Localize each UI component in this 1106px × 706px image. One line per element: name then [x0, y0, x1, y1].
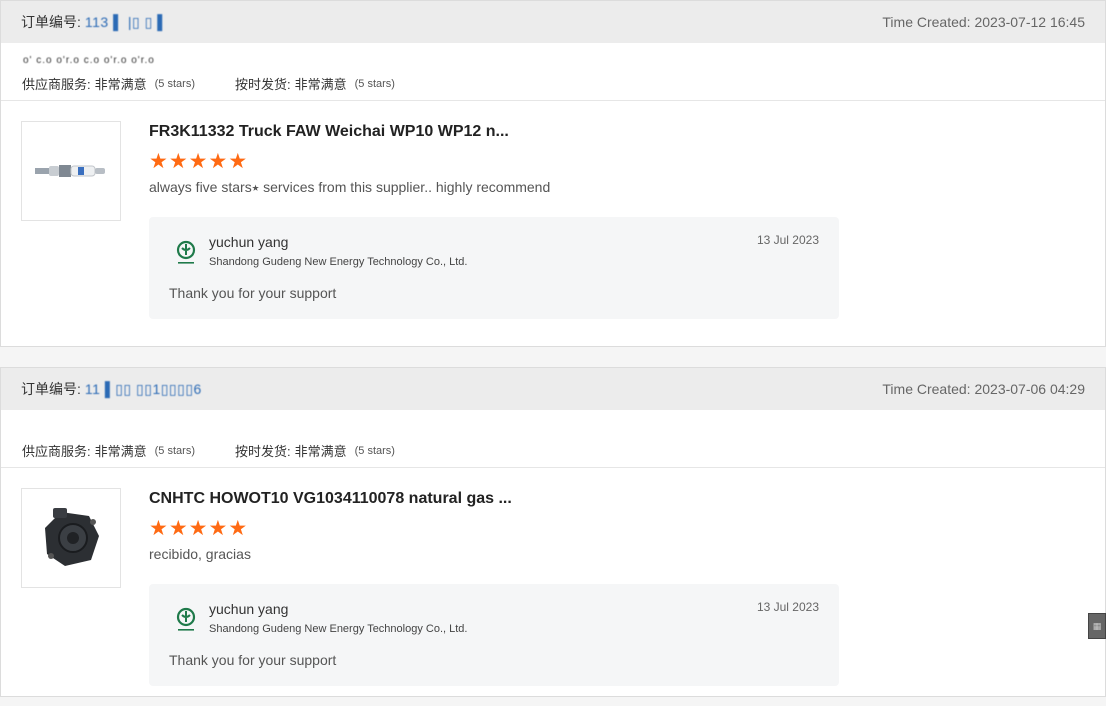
product-title-link[interactable]: CNHTC HOWOT10 VG1034110078 natural gas .…: [149, 488, 1085, 510]
supplier-ratings-row: 供应商服务: 非常满意 (5 stars) 按时发货: 非常满意 (5 star…: [1, 434, 1105, 468]
order-id-label: 订单编号:: [21, 14, 81, 30]
supplier-reply: yuchun yang Shandong Gudeng New Energy T…: [149, 584, 839, 686]
product-thumbnail[interactable]: [21, 488, 121, 588]
reply-company-name: Shandong Gudeng New Energy Technology Co…: [209, 623, 468, 635]
time-created: Time Created: 2023-07-12 16:45: [882, 14, 1085, 30]
star-icon: ★: [208, 150, 228, 173]
product-thumbnail[interactable]: [21, 121, 121, 221]
gudeng-logo-icon: [176, 607, 196, 631]
reply-text: Thank you for your support: [169, 652, 337, 668]
product-star-rating: ★ ★ ★ ★ ★: [149, 518, 1085, 540]
order-card: 订单编号: 113 ▌ |▯ ▯ ▌ Time Created: 2023-07-…: [0, 0, 1106, 347]
rating-label: 供应商服务:: [22, 77, 91, 92]
rating-value: 非常满意: [294, 444, 347, 459]
order-header: 订单编号: 11 ▌▯▯ ▯▯1▯▯▯▯6 Time Created: 2023-…: [1, 368, 1105, 410]
reply-text: Thank you for your support: [169, 285, 337, 301]
on-time-shipping-rating: 按时发货: 非常满意 (5 stars): [235, 441, 395, 460]
reply-date: 13 Jul 2023: [756, 600, 819, 614]
star-icon: ★: [149, 517, 168, 540]
rating-stars-text: (5 stars): [354, 77, 395, 90]
star-icon: ★: [188, 150, 208, 173]
rating-stars-text: (5 stars): [354, 444, 395, 457]
rating-value: 非常满意: [294, 77, 347, 92]
masked-info-line: [1, 410, 1105, 434]
order-header: 订单编号: 113 ▌ |▯ ▯ ▌ Time Created: 2023-07-…: [1, 1, 1105, 43]
order-card: 订单编号: 11 ▌▯▯ ▯▯1▯▯▯▯6 Time Created: 2023-…: [0, 367, 1106, 697]
rating-value: 非常满意: [94, 77, 147, 92]
reply-company-name: Shandong Gudeng New Energy Technology Co…: [209, 256, 468, 268]
rating-label: 按时发货:: [234, 444, 291, 459]
product-star-rating: ★ ★ ★ ★ ★: [149, 151, 1085, 173]
reply-date: 13 Jul 2023: [756, 233, 819, 247]
scroll-to-top-button[interactable]: ▦: [1088, 613, 1106, 639]
spark-plug-image: [35, 165, 105, 177]
product-review: FR3K11332 Truck FAW Weichai WP10 WP12 n.…: [1, 101, 1105, 339]
product-title-link[interactable]: FR3K11332 Truck FAW Weichai WP10 WP12 n.…: [149, 121, 1085, 143]
star-icon: ★: [168, 150, 188, 173]
review-text: recibido, gracias: [149, 546, 251, 562]
rating-label: 按时发货:: [234, 77, 291, 92]
gudeng-logo-icon: [176, 240, 196, 264]
star-icon: ★: [208, 517, 228, 540]
star-icon: ★: [228, 150, 248, 173]
order-id-link[interactable]: 11 ▌▯▯ ▯▯1▯▯▯▯6: [85, 381, 202, 397]
reply-author-name: yuchun yang: [209, 601, 289, 617]
supplier-ratings-row: 供应商服务: 非常满意 (5 stars) 按时发货: 非常满意 (5 star…: [1, 67, 1105, 101]
order-id-link[interactable]: 113 ▌ |▯ ▯ ▌: [85, 14, 168, 30]
order-id-label: 订单编号:: [21, 381, 81, 397]
supplier-service-rating: 供应商服务: 非常满意 (5 stars): [22, 441, 195, 460]
rating-stars-text: (5 stars): [154, 77, 195, 90]
product-review: CNHTC HOWOT10 VG1034110078 natural gas .…: [1, 468, 1105, 706]
supplier-service-rating: 供应商服务: 非常满意 (5 stars): [22, 74, 195, 93]
star-icon: ★: [168, 517, 188, 540]
masked-info-line: o' c.o o'r.o c.o o'r.o o'r.o: [23, 55, 155, 66]
rating-value: 非常满意: [94, 444, 147, 459]
review-text: always five stars⭑ services from this su…: [149, 179, 551, 195]
time-created: Time Created: 2023-07-06 04:29: [882, 381, 1085, 397]
star-icon: ★: [149, 150, 168, 173]
on-time-shipping-rating: 按时发货: 非常满意 (5 stars): [235, 74, 395, 93]
rating-stars-text: (5 stars): [154, 444, 195, 457]
order-id: 订单编号: 11 ▌▯▯ ▯▯1▯▯▯▯6: [21, 379, 202, 399]
order-id: 订单编号: 113 ▌ |▯ ▯ ▌: [21, 12, 168, 32]
rating-label: 供应商服务:: [22, 444, 91, 459]
star-icon: ★: [188, 517, 208, 540]
supplier-reply: yuchun yang Shandong Gudeng New Energy T…: [149, 217, 839, 319]
reply-author-name: yuchun yang: [209, 234, 289, 250]
star-icon: ★: [228, 517, 248, 540]
gas-valve-part-image: [45, 508, 99, 566]
